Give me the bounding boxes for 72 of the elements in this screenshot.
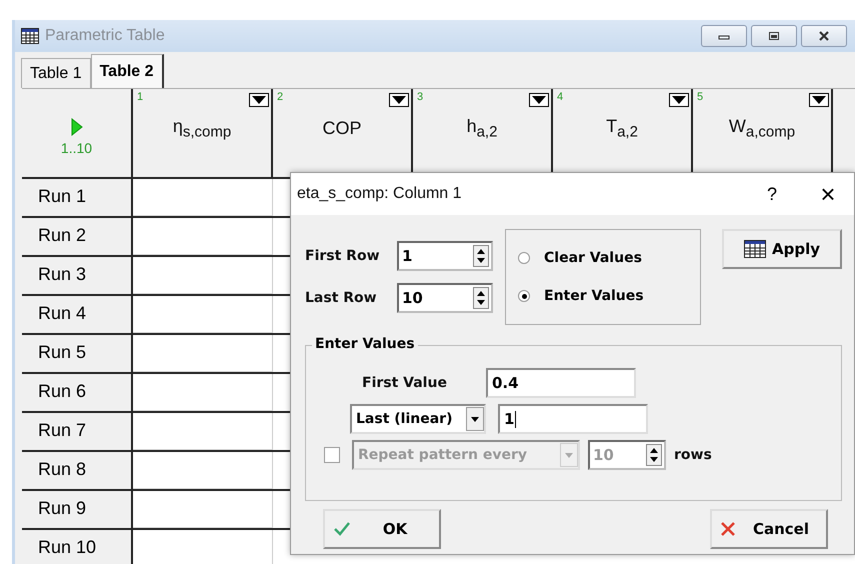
play-icon (70, 118, 82, 136)
mode-dropdown[interactable]: Last (linear) (350, 404, 486, 434)
dropdown-icon[interactable] (389, 93, 409, 107)
table-cell[interactable] (133, 374, 273, 411)
radio-option[interactable]: Clear Values (518, 250, 700, 266)
row-header[interactable]: Run 2 (22, 218, 133, 255)
spin-arrows-icon[interactable] (473, 245, 489, 267)
cancel-button[interactable]: Cancel (710, 509, 828, 549)
row-header[interactable]: Run 4 (22, 296, 133, 333)
table-cell[interactable] (133, 179, 273, 216)
rows-label: rows (674, 447, 712, 463)
first-row-spinner[interactable]: 1 (397, 241, 493, 271)
row-header[interactable]: Run 8 (22, 452, 133, 489)
row-header[interactable]: Run 9 (22, 491, 133, 528)
table-cell[interactable] (133, 335, 273, 372)
spin-arrows-icon[interactable] (473, 287, 489, 309)
radio-button[interactable] (518, 290, 530, 302)
apply-button[interactable]: Apply (722, 229, 842, 269)
run-range: 1..10 (60, 140, 92, 156)
column-number: 3 (417, 91, 424, 103)
column-number: 2 (277, 91, 284, 103)
caret-icon[interactable] (466, 407, 484, 431)
first-row-label: First Row (305, 248, 380, 264)
row-header[interactable]: Run 10 (22, 530, 133, 564)
tab[interactable]: Table 2 (90, 54, 164, 88)
last-value-field[interactable]: 1 (498, 404, 648, 434)
tab[interactable]: Table 1 (21, 58, 91, 88)
minimize-button[interactable] (701, 25, 747, 47)
close-button[interactable]: × (808, 178, 848, 210)
table-cell[interactable] (133, 218, 273, 255)
column-label: T$_{a,2}$ (606, 116, 638, 140)
column-number: 1 (137, 91, 144, 103)
last-row-spinner[interactable]: 10 (397, 283, 493, 313)
column-label: h$_{a,2}$ (466, 116, 498, 140)
first-value-field[interactable]: 0.4 (486, 368, 636, 398)
row-header[interactable]: Run 7 (22, 413, 133, 450)
help-button[interactable]: ? (752, 182, 792, 206)
column-header[interactable]: 1 η$_{s,comp}$ (133, 89, 273, 177)
table-cell[interactable] (133, 452, 273, 489)
close-icon (818, 31, 830, 41)
table-cell[interactable] (133, 257, 273, 294)
cross-icon (720, 521, 736, 537)
dropdown-icon[interactable] (809, 93, 829, 107)
maximize-icon (768, 31, 780, 41)
spin-arrows-icon[interactable] (646, 444, 662, 466)
row-header[interactable]: Run 3 (22, 257, 133, 294)
radio-option[interactable]: Enter Values (518, 288, 700, 304)
maximize-button[interactable] (751, 25, 797, 47)
dialog-title: eta_s_comp: Column 1 (297, 185, 462, 203)
dropdown-icon[interactable] (669, 93, 689, 107)
column-label: W$_{a,comp}$ (728, 116, 796, 140)
radio-button[interactable] (518, 252, 530, 264)
table-cell[interactable] (133, 296, 273, 333)
column-number: 5 (697, 91, 704, 103)
dropdown-icon[interactable] (529, 93, 549, 107)
row-header[interactable]: Run 5 (22, 335, 133, 372)
window-title: Parametric Table (45, 27, 165, 45)
table-cell[interactable] (133, 491, 273, 528)
dropdown-icon[interactable] (249, 93, 269, 107)
table-icon (744, 240, 766, 258)
column-label: η$_{s,comp}$ (172, 116, 232, 140)
last-row-label: Last Row (305, 290, 378, 306)
first-value-label: First Value (361, 375, 448, 391)
close-button[interactable] (801, 25, 847, 47)
column-label: COP (322, 118, 362, 138)
row-header[interactable]: Run 6 (22, 374, 133, 411)
column-number: 4 (557, 91, 564, 103)
row-header[interactable]: Run 1 (22, 179, 133, 216)
ok-button[interactable]: OK (323, 509, 441, 549)
checkmark-icon (333, 521, 351, 537)
table-cell[interactable] (133, 413, 273, 450)
table-icon (21, 28, 39, 44)
